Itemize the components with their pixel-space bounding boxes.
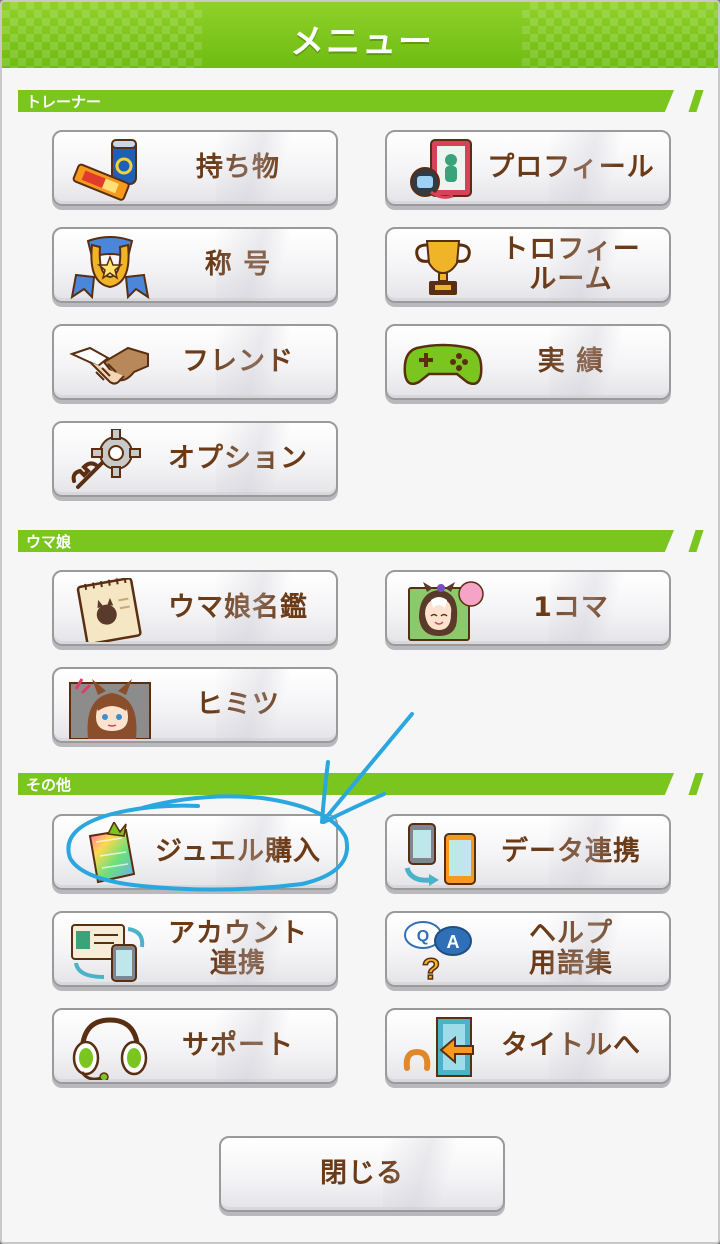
headset-icon — [68, 1016, 152, 1080]
gamepad-icon — [401, 332, 485, 396]
one-koma-button[interactable]: 1コマ — [385, 570, 671, 646]
one-koma-label: 1コマ — [533, 592, 609, 623]
data-link-button[interactable]: データ連携 — [385, 814, 671, 890]
options-label: オプション — [168, 443, 308, 474]
items-label: 持ち物 — [196, 152, 280, 183]
exit-door-icon — [401, 1016, 485, 1080]
character-photo-icon — [401, 578, 485, 642]
section-header-umamusume: ウマ娘 — [18, 530, 674, 552]
trophy-room-button[interactable]: トロフィー ルーム — [385, 227, 671, 303]
phones-transfer-icon — [401, 822, 485, 886]
secrets-label: ヒミツ — [196, 689, 280, 720]
trophy-icon — [401, 235, 485, 299]
account-link-button[interactable]: アカウント 連携 — [52, 911, 338, 987]
menu-header: メニュー — [2, 2, 718, 68]
profile-button[interactable]: プロフィール — [385, 130, 671, 206]
section-slash-decoration — [688, 773, 704, 795]
support-label: サポート — [182, 1030, 294, 1061]
section-header-trainer: トレーナー — [18, 90, 674, 112]
help-glossary-button[interactable]: Q A ? ヘルプ 用語集 — [385, 911, 671, 987]
friend-button[interactable]: フレンド — [52, 324, 338, 400]
svg-text:?: ? — [422, 953, 440, 983]
support-button[interactable]: サポート — [52, 1008, 338, 1084]
snack-and-can-icon — [68, 138, 152, 202]
qa-bubbles-icon: Q A ? — [401, 919, 485, 983]
menu-title: メニュー — [290, 22, 434, 62]
trophy-room-label: トロフィー ルーム — [501, 234, 641, 295]
horseshoe-badge-icon — [68, 235, 152, 299]
data-link-label: データ連携 — [501, 836, 641, 867]
notebook-icon — [68, 578, 152, 642]
title-label: 称 号 — [204, 249, 272, 280]
jewel-bag-icon — [68, 822, 152, 886]
id-card-phone-icon — [68, 919, 152, 983]
encyclopedia-button[interactable]: ウマ娘名鑑 — [52, 570, 338, 646]
friend-label: フレンド — [182, 346, 294, 377]
items-button[interactable]: 持ち物 — [52, 130, 338, 206]
section-slash-decoration — [688, 530, 704, 552]
close-button[interactable]: 閉じる — [219, 1136, 505, 1212]
jewel-purchase-button[interactable]: ジュエル購入 — [52, 814, 338, 890]
handshake-icon — [68, 332, 152, 396]
achievements-label: 実 績 — [537, 346, 605, 377]
to-title-label: タイトルへ — [501, 1030, 641, 1061]
svg-text:A: A — [447, 932, 460, 952]
options-button[interactable]: オプション — [52, 421, 338, 497]
section-header-other: その他 — [18, 773, 674, 795]
help-glossary-label: ヘルプ 用語集 — [529, 918, 613, 979]
character-portrait-icon — [68, 675, 152, 739]
to-title-button[interactable]: タイトルへ — [385, 1008, 671, 1084]
gear-wrench-icon — [68, 429, 152, 493]
achievements-button[interactable]: 実 績 — [385, 324, 671, 400]
profile-label: プロフィール — [487, 152, 655, 183]
section-label-trainer: トレーナー — [26, 93, 102, 111]
account-link-label: アカウント 連携 — [168, 918, 308, 979]
section-slash-decoration — [688, 90, 704, 112]
close-label: 閉じる — [320, 1158, 404, 1189]
secrets-button[interactable]: ヒミツ — [52, 667, 338, 743]
section-label-other: その他 — [26, 776, 72, 794]
svg-text:Q: Q — [417, 928, 429, 945]
profile-card-icon — [401, 138, 485, 202]
menu-dialog: メニュー トレーナー 持ち物 プロフィール 称 号 トロフィー ルーム フレンド… — [0, 0, 720, 1244]
section-label-umamusume: ウマ娘 — [26, 533, 72, 551]
encyclopedia-label: ウマ娘名鑑 — [168, 592, 308, 623]
title-button[interactable]: 称 号 — [52, 227, 338, 303]
jewel-purchase-label: ジュエル購入 — [154, 836, 322, 867]
